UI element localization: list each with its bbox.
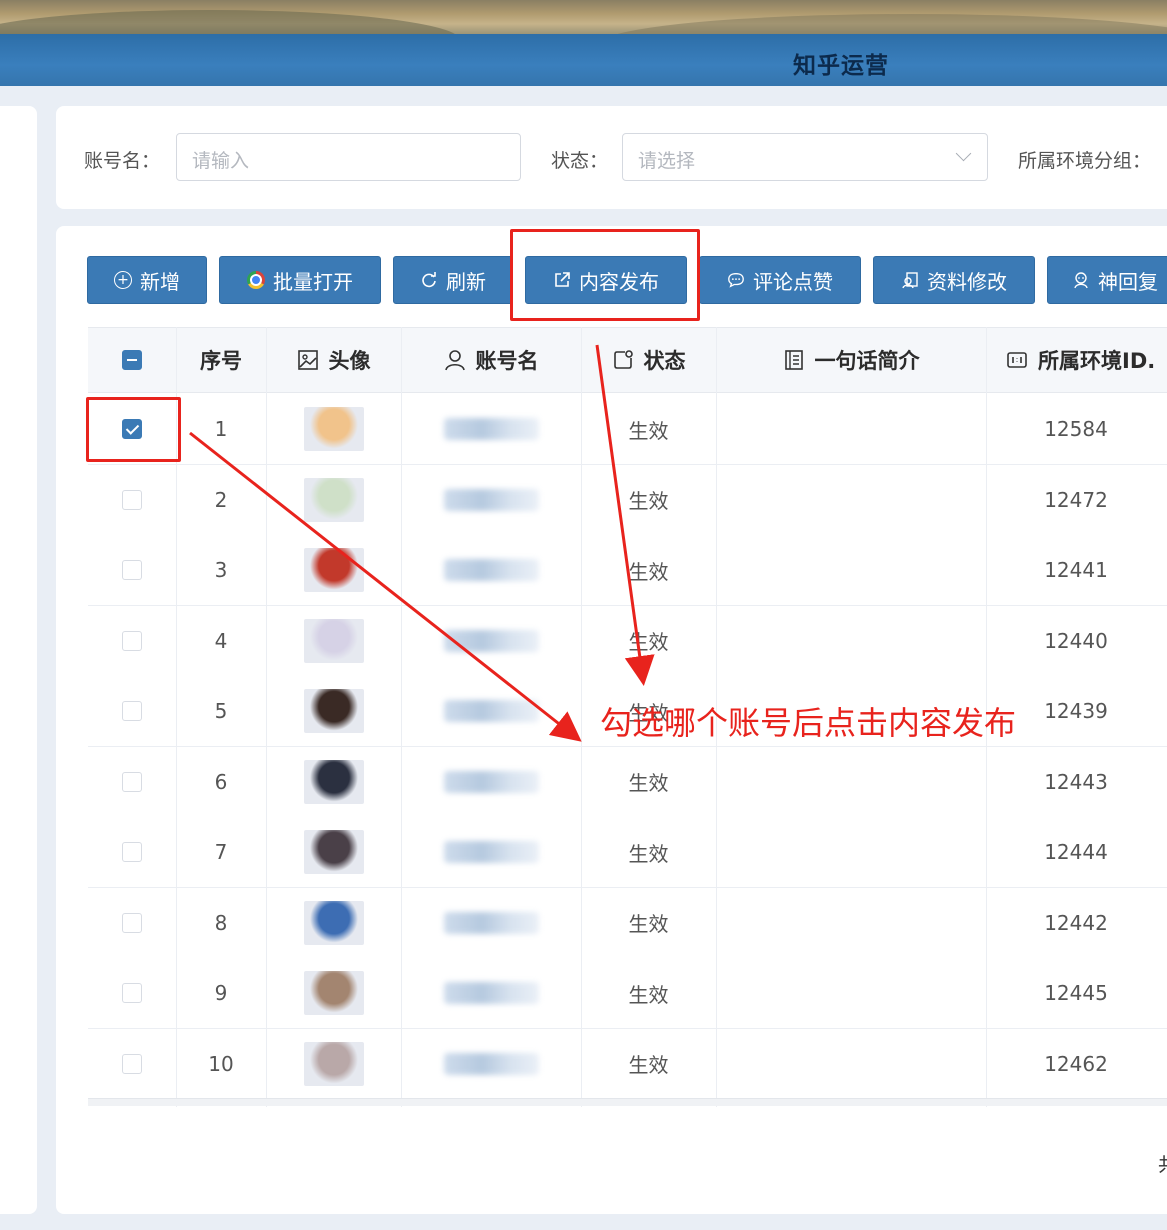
annotation-text: 勾选哪个账号后点击内容发布 (600, 704, 1017, 742)
annotation-arrows (189, 344, 655, 742)
